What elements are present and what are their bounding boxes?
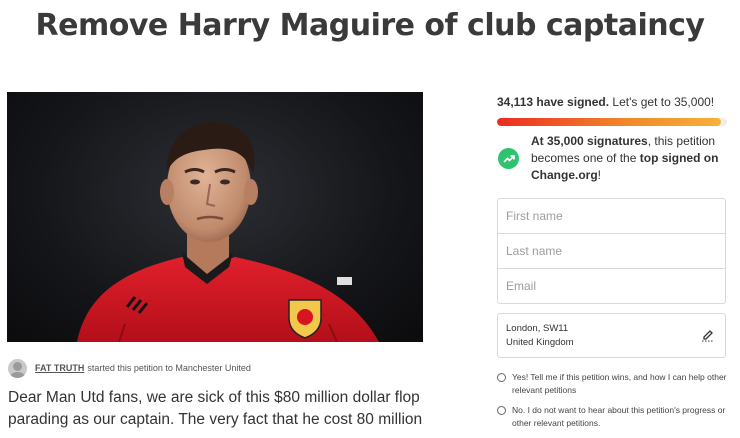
petition-photo bbox=[7, 92, 423, 342]
petition-starter: FAT TRUTH started this petition to Manch… bbox=[8, 358, 251, 378]
location-field[interactable]: London, SW11 United Kingdom bbox=[497, 313, 726, 358]
petition-body: Dear Man Utd fans, we are sick of this $… bbox=[8, 389, 423, 428]
location-country: United Kingdom bbox=[506, 337, 574, 348]
starter-name-link[interactable]: FAT TRUTH bbox=[35, 363, 84, 373]
milestone-threshold: At 35,000 signatures bbox=[531, 134, 648, 148]
location-city: London, SW11 bbox=[506, 323, 569, 334]
pencil-icon[interactable] bbox=[701, 329, 715, 342]
opt-in-radio[interactable] bbox=[497, 373, 506, 382]
signed-count-text: 34,113 have signed. bbox=[497, 95, 610, 109]
milestone-message: At 35,000 signatures, this petition beco… bbox=[531, 133, 731, 184]
last-name-field[interactable] bbox=[497, 233, 726, 269]
signature-goal-text: Let's get to 35,000! bbox=[612, 95, 715, 109]
milestone-end: ! bbox=[597, 168, 602, 182]
starter-action-text: started this petition to Manchester Unit… bbox=[87, 363, 251, 373]
trending-up-icon bbox=[498, 148, 519, 169]
signature-count: 34,113 have signed. Let's get to 35,000! bbox=[497, 95, 714, 109]
user-avatar-icon bbox=[8, 358, 27, 378]
signature-progress-fill bbox=[497, 118, 722, 126]
signature-progress-bar bbox=[497, 118, 727, 126]
email-field[interactable] bbox=[497, 268, 726, 304]
opt-in-label: Yes! Tell me if this petition wins, and … bbox=[512, 372, 727, 395]
petition-title: Remove Harry Maguire of club captaincy bbox=[35, 8, 705, 43]
opt-out-option[interactable]: No. I do not want to hear about this pet… bbox=[497, 404, 727, 430]
opt-out-label: No. I do not want to hear about this pet… bbox=[512, 405, 726, 428]
first-name-field[interactable] bbox=[497, 198, 726, 234]
opt-in-option[interactable]: Yes! Tell me if this petition wins, and … bbox=[497, 371, 727, 397]
opt-out-radio[interactable] bbox=[497, 406, 506, 415]
